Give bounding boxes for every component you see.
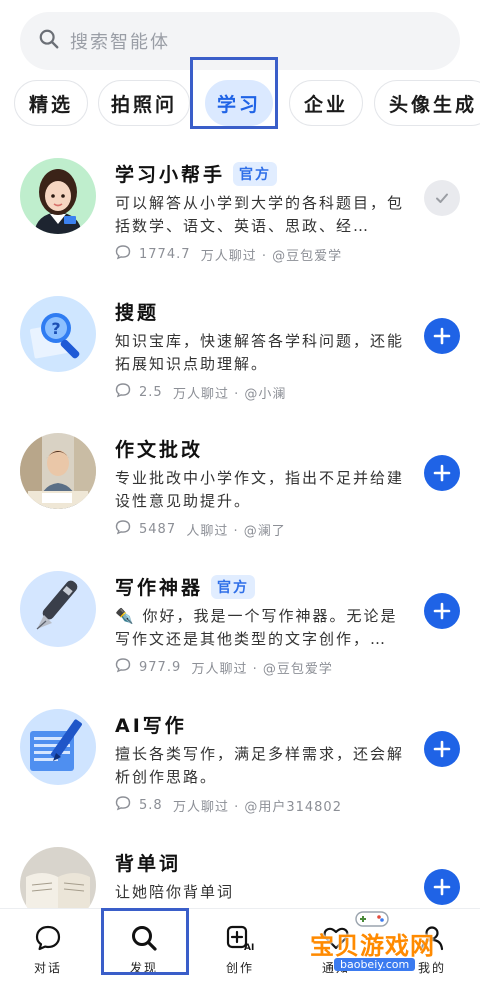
agent-meta: 1774.7 万人聊过 · @豆包爱学 (115, 244, 342, 264)
tab-paizhaowen[interactable]: 拍照问 (98, 80, 190, 126)
agent-description: 让她陪你背单词 (115, 883, 235, 901)
chat-count-icon (115, 657, 139, 677)
added-check-button[interactable] (424, 180, 460, 216)
plus-icon (433, 740, 451, 758)
ai-create-icon: AI (226, 925, 254, 953)
plus-icon (433, 464, 451, 482)
chat-count-icon (115, 795, 139, 815)
meta-text: 万人聊过 · @用户314802 (172, 799, 342, 815)
chat-count: 2.5 (139, 384, 163, 400)
meta-text: 万人聊过 · @豆包爱学 (200, 248, 343, 264)
nav-create[interactable]: AI 创作 (200, 923, 280, 976)
agent-description: 知识宝库，快速解答各学科问题，还能拓展知识点助理解。 (115, 332, 405, 373)
tab-label: 学习 (216, 93, 261, 116)
agent-title-row: 学习小帮手 官方 (115, 160, 278, 187)
agent-title-row: 搜题 (115, 298, 159, 325)
document-pen-avatar-icon (20, 709, 96, 785)
tab-xuexi[interactable]: 学习 (205, 80, 273, 126)
girl-avatar-icon (20, 158, 96, 234)
heart-icon (323, 927, 349, 950)
chat-count: 1774.7 (139, 246, 191, 262)
agent-meta: 2.5 万人聊过 · @小澜 (115, 382, 286, 402)
agent-title: 作文批改 (115, 439, 204, 461)
add-agent-button[interactable] (424, 869, 460, 905)
meta-text: 万人聊过 · @小澜 (172, 386, 287, 402)
add-agent-button[interactable] (424, 593, 460, 629)
category-tabs: 精选 拍照问 学习 企业 头像生成 (0, 80, 480, 128)
user-icon (420, 926, 444, 951)
official-badge: 官方 (233, 161, 278, 186)
tab-touxiang[interactable]: 头像生成 (374, 80, 480, 126)
chat-count: 5.8 (139, 797, 163, 813)
student-writing-avatar-icon (20, 433, 96, 509)
fountain-pen-avatar-icon (20, 571, 96, 647)
agent-title: 写作神器 (115, 577, 204, 599)
tab-label: 拍照问 (110, 93, 177, 116)
nav-label: 通知 (321, 961, 350, 975)
agent-meta: 5487 人聊过 · @澜了 (115, 519, 286, 539)
chat-count-icon (115, 244, 139, 264)
chat-count: 977.9 (139, 659, 182, 675)
meta-text: 人聊过 · @澜了 (186, 523, 286, 539)
plus-icon (433, 602, 451, 620)
nav-label: 我的 (417, 961, 446, 975)
agent-item[interactable]: AI写作 擅长各类写作，满足多样需求，还会解析创作思路。 5.8 万人聊过 · … (0, 709, 480, 845)
tab-qiye[interactable]: 企业 (289, 80, 363, 126)
plus-icon (433, 878, 451, 896)
tab-label: 企业 (303, 93, 348, 116)
nav-notify[interactable]: 通知 (296, 923, 376, 976)
agent-item[interactable]: 写作神器 官方 ✒️ 你好，我是一个写作神器。无论是写作文还是其他类型的文字创作… (0, 571, 480, 707)
agent-title-row: 背单词 (115, 849, 181, 876)
tab-label: 精选 (28, 93, 73, 116)
plus-icon (433, 327, 451, 345)
nav-discover[interactable]: 发现 (104, 923, 184, 976)
agent-description: 专业批改中小学作文，指出不足并给建设性意见助提升。 (115, 469, 405, 510)
chat-count-icon (115, 382, 139, 402)
search-bar[interactable]: 搜索智能体 (20, 12, 460, 70)
nav-profile[interactable]: 我的 (392, 923, 472, 976)
search-placeholder: 搜索智能体 (70, 32, 170, 53)
agent-title: 背单词 (115, 853, 182, 875)
search-icon (132, 926, 157, 951)
agent-title-row: 作文批改 (115, 435, 203, 462)
agent-meta: 977.9 万人聊过 · @豆包爱学 (115, 657, 333, 677)
chat-count-icon (115, 519, 139, 539)
svg-text:?: ? (51, 319, 60, 338)
agent-item[interactable]: 作文批改 专业批改中小学作文，指出不足并给建设性意见助提升。 5487 人聊过 … (0, 433, 480, 569)
agent-title-row: 写作神器 官方 (115, 573, 256, 600)
chat-bubble-icon (35, 925, 61, 951)
magnifier-question-avatar-icon: ? (20, 296, 96, 372)
nav-label: 创作 (225, 961, 254, 975)
agent-description: 擅长各类写作，满足多样需求，还会解析创作思路。 (115, 745, 405, 786)
agent-title-row: AI写作 (115, 711, 187, 738)
nav-label: 发现 (129, 961, 158, 975)
check-icon (436, 193, 448, 203)
agent-title: 学习小帮手 (115, 164, 226, 186)
agent-description: 可以解答从小学到大学的各科题目，包括数学、语文、英语、思政、经… (115, 194, 405, 235)
bottom-navigation: 对话 发现 AI 创作 通知 我的 (0, 908, 480, 998)
chat-count: 5487 (139, 521, 177, 537)
agent-title: AI写作 (115, 715, 187, 737)
tab-jingxuan[interactable]: 精选 (14, 80, 88, 126)
official-badge: 官方 (211, 574, 256, 599)
add-agent-button[interactable] (424, 731, 460, 767)
nav-label: 对话 (33, 961, 62, 975)
agent-item[interactable]: 学习小帮手 官方 可以解答从小学到大学的各科题目，包括数学、语文、英语、思政、经… (0, 158, 480, 294)
nav-chat[interactable]: 对话 (8, 923, 88, 976)
add-agent-button[interactable] (424, 318, 460, 354)
search-icon (38, 28, 60, 54)
agent-description: ✒️ 你好，我是一个写作神器。无论是写作文还是其他类型的文字创作，… (115, 607, 398, 648)
agent-title: 搜题 (115, 302, 160, 324)
agent-meta: 5.8 万人聊过 · @用户314802 (115, 795, 342, 815)
svg-text:AI: AI (244, 943, 254, 953)
add-agent-button[interactable] (424, 455, 460, 491)
tab-label: 头像生成 (389, 93, 478, 116)
meta-text: 万人聊过 · @豆包爱学 (191, 661, 333, 677)
agent-item[interactable]: ? 搜题 知识宝库，快速解答各学科问题，还能拓展知识点助理解。 2.5 万人聊过… (0, 296, 480, 432)
